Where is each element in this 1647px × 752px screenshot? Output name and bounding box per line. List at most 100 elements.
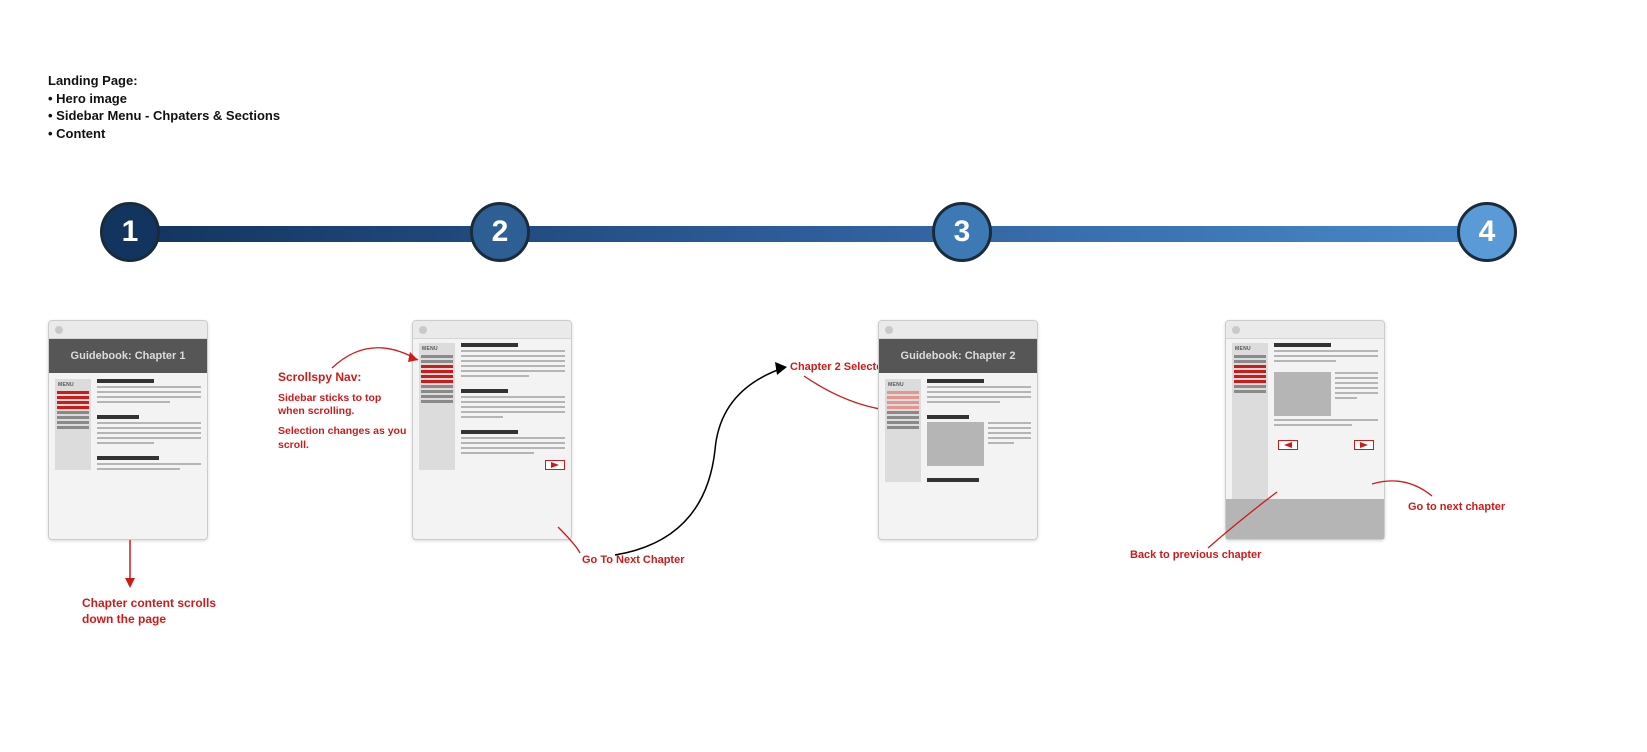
content-line bbox=[461, 447, 565, 449]
spacer bbox=[1274, 429, 1378, 437]
content-line bbox=[97, 391, 201, 393]
sidebar-line bbox=[887, 421, 919, 424]
content-line bbox=[1274, 360, 1336, 362]
notes-item: Hero image bbox=[48, 90, 280, 108]
sidebar-line-selected bbox=[421, 375, 453, 378]
sidebar-line bbox=[421, 400, 453, 403]
sidebar-line bbox=[421, 360, 453, 363]
sidebar-line-selected bbox=[887, 391, 919, 394]
mock-footer bbox=[1226, 499, 1384, 539]
spacer bbox=[927, 469, 1031, 475]
annotation-text: Back to previous chapter bbox=[1130, 549, 1261, 561]
sidebar-line bbox=[887, 411, 919, 414]
mock-body: MENU bbox=[49, 373, 207, 476]
wireframe-mock-2: MENU bbox=[412, 320, 572, 540]
content-row bbox=[1274, 372, 1378, 416]
annotation-text: Chapter 2 Selected bbox=[790, 361, 889, 373]
arrow-scroll-down-icon bbox=[120, 540, 140, 590]
annotation-text: Go To Next Chapter bbox=[582, 554, 684, 566]
content-image bbox=[927, 422, 984, 466]
content-row bbox=[927, 422, 1031, 466]
wireframe-mock-3: Guidebook: Chapter 2 MENU bbox=[878, 320, 1038, 540]
menu-label: MENU bbox=[887, 381, 919, 389]
content-line bbox=[97, 468, 180, 470]
content-line bbox=[1274, 424, 1352, 426]
sidebar-line bbox=[421, 385, 453, 388]
content-line bbox=[988, 432, 1031, 434]
content-line bbox=[461, 350, 565, 352]
mock-titlebar bbox=[1226, 321, 1384, 339]
sidebar-line bbox=[1234, 385, 1266, 388]
menu-label: MENU bbox=[57, 381, 89, 389]
content-heading bbox=[927, 415, 969, 419]
step-circle-1: 1 bbox=[100, 202, 160, 262]
annotation-goto-next: Go To Next Chapter bbox=[582, 553, 684, 567]
sidebar-line-selected bbox=[1234, 380, 1266, 383]
content-line bbox=[927, 391, 1031, 393]
chevron-right-icon bbox=[1360, 442, 1368, 448]
content-line bbox=[1335, 387, 1378, 389]
spacer bbox=[97, 447, 201, 453]
mock-content bbox=[927, 379, 1031, 482]
content-line bbox=[97, 442, 154, 444]
content-line bbox=[927, 386, 1031, 388]
annotation-goto-next2: Go to next chapter bbox=[1408, 500, 1505, 514]
notes-item: Content bbox=[48, 125, 280, 143]
sidebar-line-selected bbox=[57, 391, 89, 394]
mock-sidebar: MENU bbox=[55, 379, 91, 470]
content-col bbox=[1335, 372, 1378, 416]
mock-titlebar bbox=[879, 321, 1037, 339]
nav-row bbox=[461, 460, 565, 470]
sidebar-line bbox=[421, 390, 453, 393]
content-line bbox=[461, 360, 565, 362]
sidebar-line bbox=[1234, 355, 1266, 358]
content-line bbox=[97, 401, 170, 403]
content-line bbox=[461, 365, 565, 367]
step-number: 2 bbox=[492, 215, 509, 249]
spacer bbox=[97, 406, 201, 412]
content-line bbox=[461, 442, 565, 444]
sidebar-line-selected bbox=[421, 370, 453, 373]
content-heading bbox=[97, 379, 154, 383]
sidebar-line bbox=[57, 416, 89, 419]
chevron-left-icon bbox=[1284, 442, 1292, 448]
next-chapter-button[interactable] bbox=[1354, 440, 1374, 450]
step-number: 1 bbox=[122, 215, 139, 249]
sidebar-line bbox=[57, 426, 89, 429]
sidebar-line bbox=[421, 355, 453, 358]
sidebar-line bbox=[57, 411, 89, 414]
spacer bbox=[461, 380, 565, 386]
annotation-text: Selection changes as you scroll. bbox=[278, 425, 408, 452]
content-heading bbox=[97, 415, 139, 419]
notes-title: Landing Page: bbox=[48, 72, 280, 90]
prev-chapter-button[interactable] bbox=[1278, 440, 1298, 450]
mock-content bbox=[1274, 343, 1378, 499]
content-line bbox=[988, 427, 1031, 429]
annotation-back-prev: Back to previous chapter bbox=[1130, 548, 1261, 562]
content-heading bbox=[461, 430, 518, 434]
menu-label: MENU bbox=[1234, 345, 1266, 353]
content-line bbox=[461, 401, 565, 403]
annotation-text: Chapter content scrolls down the page bbox=[82, 596, 216, 626]
sidebar-line-selected bbox=[1234, 370, 1266, 373]
content-line bbox=[97, 386, 201, 388]
content-line bbox=[988, 442, 1014, 444]
content-line bbox=[927, 396, 1031, 398]
annotation-text: Go to next chapter bbox=[1408, 501, 1505, 513]
mock-content bbox=[461, 343, 565, 470]
step-number: 4 bbox=[1479, 215, 1496, 249]
notes-item: Sidebar Menu - Chpaters & Sections bbox=[48, 107, 280, 125]
sidebar-line-selected bbox=[57, 396, 89, 399]
content-line bbox=[97, 432, 201, 434]
annotation-scrollspy: Scrollspy Nav: Sidebar sticks to top whe… bbox=[278, 370, 408, 452]
mock-content bbox=[97, 379, 201, 470]
mock-body: MENU bbox=[1226, 339, 1384, 499]
next-chapter-button[interactable] bbox=[545, 460, 565, 470]
notes-block: Landing Page: Hero image Sidebar Menu - … bbox=[48, 72, 280, 142]
content-line bbox=[461, 416, 503, 418]
sidebar-line-selected bbox=[421, 380, 453, 383]
content-line bbox=[1335, 377, 1378, 379]
content-line bbox=[461, 452, 534, 454]
content-line bbox=[1335, 372, 1378, 374]
content-line bbox=[461, 437, 565, 439]
